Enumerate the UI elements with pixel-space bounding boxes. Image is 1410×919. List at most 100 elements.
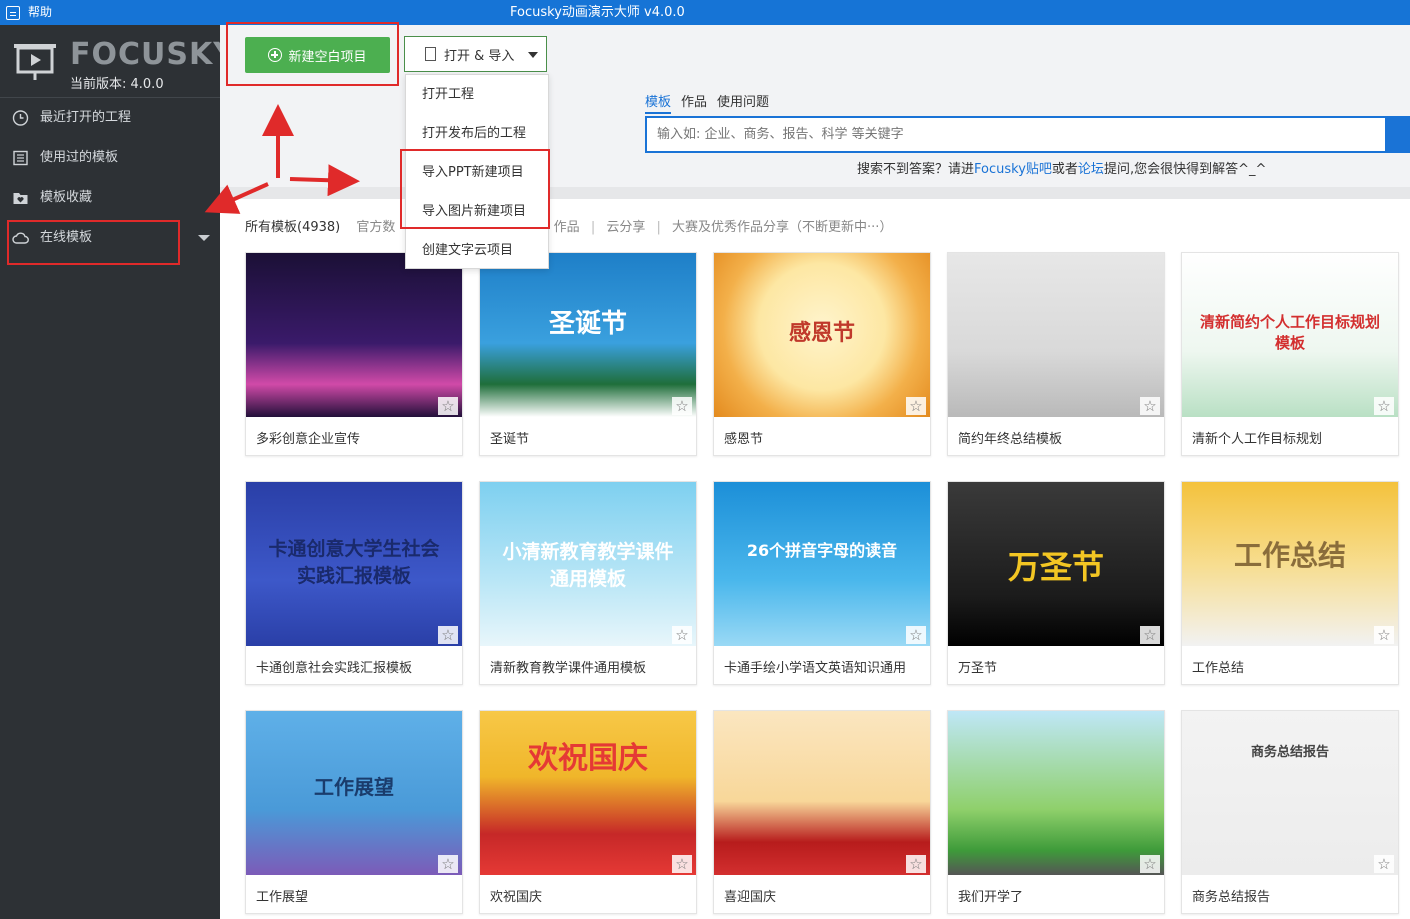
template-caption: 简约年终总结模板: [958, 432, 1063, 447]
template-card[interactable]: ☆ 多彩创意企业宣传: [245, 252, 463, 456]
template-card[interactable]: 万圣节 ☆ 万圣节: [947, 481, 1165, 685]
template-card[interactable]: ☆ 喜迎国庆: [713, 710, 931, 914]
annotation-box-import: [400, 149, 550, 229]
sidebar-item-label: 最近打开的工程: [40, 110, 132, 125]
star-icon[interactable]: ☆: [1374, 626, 1394, 644]
thumbnail-title: 清新简约个人工作目标规划模板: [1199, 313, 1380, 352]
template-card[interactable]: 清新简约个人工作目标规划模板 ☆ 清新个人工作目标规划: [1181, 252, 1399, 456]
document-icon: [425, 47, 436, 61]
sidebar-item-favorites[interactable]: 模板收藏: [0, 178, 220, 218]
open-import-button[interactable]: 打开 & 导入: [404, 36, 547, 72]
tab-works[interactable]: 作品: [681, 91, 707, 114]
star-icon[interactable]: ☆: [1140, 397, 1160, 415]
template-caption: 商务总结报告: [1192, 890, 1271, 905]
thumbnail-title: 26个拼音字母的读音: [746, 541, 898, 560]
template-caption: 欢祝国庆: [490, 890, 543, 905]
search-tabs: 模板 作品 使用问题: [645, 91, 769, 114]
category-cloud[interactable]: 云分享: [606, 220, 645, 235]
template-card[interactable]: 卡通创意大学生社会实践汇报模板 ☆ 卡通创意社会实践汇报模板: [245, 481, 463, 685]
clock-icon: [12, 110, 29, 126]
star-icon[interactable]: ☆: [438, 855, 458, 873]
help-suffix: 提问,您会很快得到解答^_^: [1103, 162, 1267, 177]
template-thumbnail[interactable]: 26个拼音字母的读音: [714, 482, 930, 646]
menu-item-word-cloud[interactable]: 创建文字云项目: [406, 231, 548, 270]
template-thumbnail[interactable]: [714, 711, 930, 875]
star-icon[interactable]: ☆: [1140, 855, 1160, 873]
template-card[interactable]: 圣诞节 ☆ 圣诞节: [479, 252, 697, 456]
template-card[interactable]: 商务总结报告 ☆ 商务总结报告: [1181, 710, 1399, 914]
star-icon[interactable]: ☆: [672, 855, 692, 873]
tab-templates[interactable]: 模板: [645, 91, 672, 114]
star-icon[interactable]: ☆: [672, 626, 692, 644]
template-card[interactable]: 小清新教育教学课件通用模板 ☆ 清新教育教学课件通用模板: [479, 481, 697, 685]
help-mid: 或者: [1051, 162, 1078, 177]
template-caption: 卡通创意社会实践汇报模板: [256, 661, 413, 676]
tab-help[interactable]: 使用问题: [717, 91, 769, 114]
category-official[interactable]: 官方数: [344, 220, 395, 235]
star-icon[interactable]: ☆: [906, 855, 926, 873]
template-thumbnail[interactable]: 感恩节: [714, 253, 930, 417]
star-icon[interactable]: ☆: [906, 626, 926, 644]
template-thumbnail[interactable]: [948, 253, 1164, 417]
search-box: [645, 116, 1387, 153]
template-thumbnail[interactable]: [246, 253, 462, 417]
template-card[interactable]: ☆ 我们开学了: [947, 710, 1165, 914]
sidebar-item-recent[interactable]: 最近打开的工程: [0, 98, 220, 138]
divider: [220, 187, 1410, 199]
chevron-down-icon[interactable]: [198, 235, 210, 241]
template-thumbnail[interactable]: 小清新教育教学课件通用模板: [480, 482, 696, 646]
template-caption: 工作展望: [256, 890, 309, 905]
template-thumbnail[interactable]: 欢祝国庆: [480, 711, 696, 875]
annotation-box-online: [7, 220, 180, 265]
menu-item-open-project[interactable]: 打开工程: [406, 75, 548, 114]
template-card[interactable]: 感恩节 ☆ 感恩节: [713, 252, 931, 456]
template-caption: 万圣节: [958, 661, 998, 676]
thumbnail-title: 圣诞节: [548, 309, 627, 339]
thumbnail-title: 万圣节: [1007, 548, 1104, 586]
star-icon[interactable]: ☆: [672, 397, 692, 415]
category-bar: 所有模板(4938) 官方数 作品 | 云分享 | 大赛及优秀作品分享（不断更新…: [245, 220, 893, 235]
sidebar-item-label: 使用过的模板: [40, 150, 119, 165]
star-icon[interactable]: ☆: [1374, 855, 1394, 873]
star-icon[interactable]: ☆: [1140, 626, 1160, 644]
search-input[interactable]: [647, 118, 1347, 151]
template-thumbnail[interactable]: 工作总结: [1182, 482, 1398, 646]
thumbnail-title: 卡通创意大学生社会实践汇报模板: [268, 538, 440, 587]
star-icon[interactable]: ☆: [1374, 397, 1394, 415]
template-card[interactable]: 工作展望 ☆ 工作展望: [245, 710, 463, 914]
caret-down-icon: [528, 52, 538, 58]
template-thumbnail[interactable]: 商务总结报告: [1182, 711, 1398, 875]
template-thumbnail[interactable]: 万圣节: [948, 482, 1164, 646]
template-caption: 卡通手绘小学语文英语知识通用: [724, 661, 907, 676]
template-thumbnail[interactable]: [948, 711, 1164, 875]
template-card[interactable]: ☆ 简约年终总结模板: [947, 252, 1165, 456]
template-thumbnail[interactable]: 清新简约个人工作目标规划模板: [1182, 253, 1398, 417]
search-button[interactable]: [1385, 116, 1410, 153]
thumbnail-title: 工作展望: [314, 775, 394, 799]
template-thumbnail[interactable]: 工作展望: [246, 711, 462, 875]
category-works[interactable]: 作品: [554, 220, 580, 235]
category-contest[interactable]: 大赛及优秀作品分享（不断更新中···）: [672, 220, 892, 235]
forum-link[interactable]: 论坛: [1078, 162, 1104, 177]
search-help-text: 搜索不到答案？请进Focusky贴吧或者论坛提问,您会很快得到解答^_^: [857, 158, 1266, 177]
template-caption: 圣诞节: [490, 432, 530, 447]
template-card[interactable]: 工作总结 ☆ 工作总结: [1181, 481, 1399, 685]
template-thumbnail[interactable]: 卡通创意大学生社会实践汇报模板: [246, 482, 462, 646]
thumbnail-title: 小清新教育教学课件通用模板: [502, 541, 674, 590]
template-card[interactable]: 26个拼音字母的读音 ☆ 卡通手绘小学语文英语知识通用: [713, 481, 931, 685]
category-all[interactable]: 所有模板(4938): [245, 220, 340, 235]
sidebar-item-used-templates[interactable]: 使用过的模板: [0, 138, 220, 178]
menu-item-open-published[interactable]: 打开发布后的工程: [406, 114, 548, 153]
template-card[interactable]: 欢祝国庆 ☆ 欢祝国庆: [479, 710, 697, 914]
logo-icon: [14, 44, 56, 80]
star-icon[interactable]: ☆: [438, 626, 458, 644]
logo-area: FOCUSKY 当前版本: 4.0.0: [0, 25, 235, 98]
window-title: Focusky动画演示大师 v4.0.0: [510, 5, 685, 20]
thumbnail-title: 感恩节: [788, 321, 855, 346]
star-icon[interactable]: ☆: [438, 397, 458, 415]
template-caption: 多彩创意企业宣传: [256, 432, 361, 447]
template-thumbnail[interactable]: 圣诞节: [480, 253, 696, 417]
star-icon[interactable]: ☆: [906, 397, 926, 415]
tieba-link[interactable]: Focusky贴吧: [974, 162, 1052, 177]
help-prefix: 搜索不到答案？请进: [857, 162, 975, 177]
